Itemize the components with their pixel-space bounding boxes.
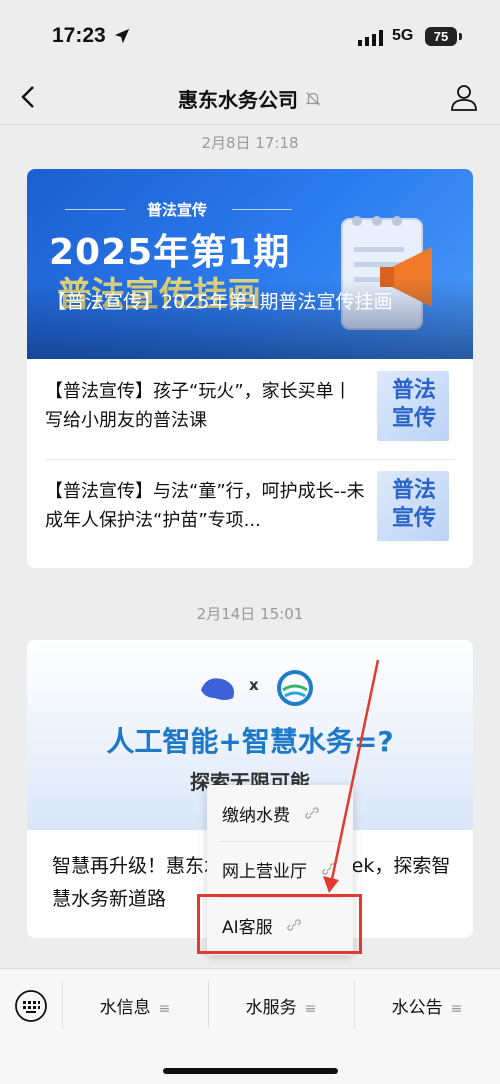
mute-bell-icon — [306, 91, 320, 106]
message-timestamp: 2月8日 17:18 — [201, 134, 299, 152]
list-item[interactable]: 【普法宣传】孩子“玩火”，家长买单丨写给小朋友的普法课 普法宣传 — [27, 359, 473, 453]
list-item-title: 【普法宣传】孩子“玩火”，家长买单丨写给小朋友的普法课 — [45, 381, 352, 431]
link-icon — [305, 807, 319, 819]
cover-headline: 人工智能+智慧水务=? — [106, 725, 394, 758]
page-title-wrap: 惠东水务公司 — [0, 84, 500, 113]
menu-item-label: 网上营业厅 — [222, 862, 307, 882]
tab-water-info[interactable]: 水信息 ≡ — [62, 993, 208, 1018]
profile-icon[interactable] — [448, 81, 480, 113]
tab-water-service[interactable]: 水服务 ≡ — [208, 993, 354, 1018]
status-bar: 17:23 5G 75 — [0, 0, 500, 72]
menu-lines-icon: ≡ — [158, 1001, 171, 1017]
tab-water-notice[interactable]: 水公告 ≡ — [354, 993, 500, 1018]
highlight-box — [197, 894, 362, 954]
article-cover[interactable]: 普法宣传 2025年第1期 普法宣传挂画 【普法宣传】2025年第1期普法宣传挂… — [27, 169, 473, 359]
menu-item-label: 缴纳水费 — [222, 806, 290, 826]
cover-kicker: 普法宣传 — [146, 201, 207, 219]
cover-article-title[interactable]: 【普法宣传】2025年第1期普法宣传挂画 — [47, 287, 457, 318]
network-type: 5G — [392, 27, 414, 44]
location-arrow-icon — [114, 28, 130, 44]
menu-lines-icon: ≡ — [450, 1001, 463, 1017]
battery-icon: 75 — [425, 27, 457, 46]
menu-item-online-hall[interactable]: 网上营业厅 — [207, 841, 353, 897]
home-indicator[interactable] — [163, 1068, 338, 1074]
bottom-menu-bar: 水信息 ≡ 水服务 ≡ 水公告 ≡ — [0, 968, 500, 1084]
status-time: 17:23 — [52, 24, 106, 47]
keyboard-icon[interactable] — [14, 989, 48, 1023]
list-item-thumbnail: 普法宣传 — [377, 471, 449, 541]
list-item-thumbnail: 普法宣传 — [377, 371, 449, 441]
menu-item-pay-water-fee[interactable]: 缴纳水费 — [207, 785, 353, 841]
cover-x: x — [249, 676, 259, 694]
list-item-title: 【普法宣传】与法“童”行，呵护成长--未成年人保护法“护苗”专项... — [45, 481, 365, 531]
signal-icon — [358, 30, 383, 46]
nav-bar: 惠东水务公司 — [0, 72, 500, 125]
article-card: 普法宣传 2025年第1期 普法宣传挂画 【普法宣传】2025年第1期普法宣传挂… — [27, 169, 473, 568]
menu-lines-icon: ≡ — [304, 1001, 317, 1017]
battery-tip — [459, 33, 462, 40]
page-title: 惠东水务公司 — [178, 88, 298, 112]
message-timestamp: 2月14日 15:01 — [196, 605, 304, 623]
list-item[interactable]: 【普法宣传】与法“童”行，呵护成长--未成年人保护法“护苗”专项... 普法宣传 — [27, 459, 473, 553]
link-icon — [322, 863, 336, 875]
